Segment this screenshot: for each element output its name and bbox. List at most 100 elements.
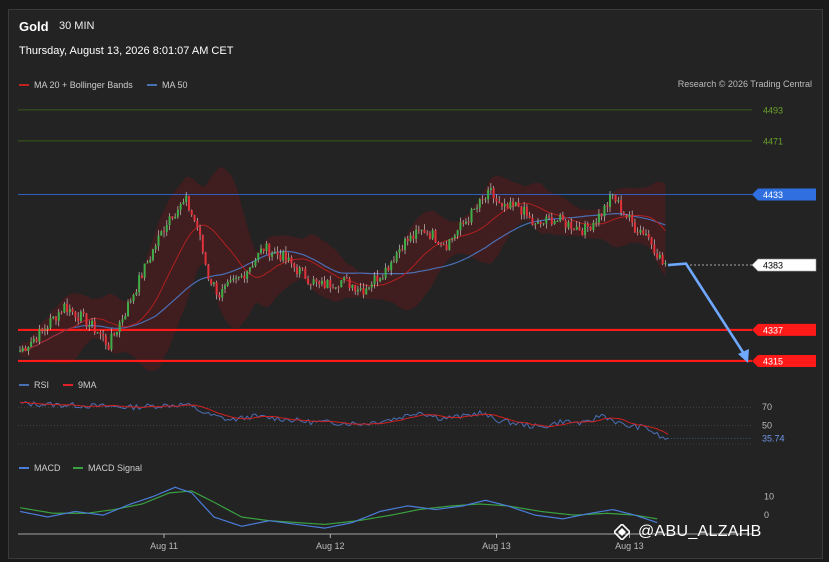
candle-body: [229, 280, 232, 282]
candle-body: [140, 275, 143, 278]
candle-body: [570, 221, 573, 230]
candle-body: [381, 278, 384, 280]
candle-body: [633, 222, 636, 233]
candle-body: [24, 347, 27, 352]
candle-body: [428, 233, 431, 239]
candle-body: [609, 194, 612, 207]
price-axis-label: 4433: [763, 190, 783, 200]
macd-tick-label: 10: [764, 492, 774, 502]
candle-body: [620, 200, 623, 213]
candle-body: [304, 268, 307, 279]
candle-body: [46, 327, 49, 330]
diamond-logo-icon: [614, 524, 630, 540]
candle-body: [456, 230, 459, 236]
candle-body: [401, 249, 404, 251]
candle-body: [254, 260, 257, 266]
candle-body: [118, 322, 121, 332]
candle-body: [611, 194, 614, 196]
price-axis-label: 4337: [763, 325, 783, 335]
candle-body: [248, 267, 251, 272]
candle-body: [68, 308, 71, 313]
candle-body: [149, 259, 152, 263]
candle-body: [512, 201, 515, 206]
candle-body: [390, 262, 393, 271]
candle-body: [431, 230, 434, 239]
candle-body: [135, 292, 138, 295]
candle-body: [481, 199, 484, 201]
watermark: @ABU_ALZAHB: [614, 523, 762, 541]
candle-body: [631, 214, 634, 223]
candle-body: [564, 220, 567, 228]
candle-body: [437, 242, 440, 245]
forecast-arrow: [667, 262, 748, 358]
candle-body: [318, 281, 321, 285]
macd-line: [19, 486, 658, 529]
candle-body: [645, 233, 648, 235]
candle-body: [171, 216, 174, 219]
candle-body: [276, 251, 279, 255]
candle-body: [52, 316, 55, 319]
candle-body: [426, 232, 429, 234]
candle-body: [226, 281, 229, 286]
candle-body: [642, 229, 645, 235]
candle-body: [251, 265, 254, 268]
candle-body: [107, 344, 110, 350]
candle-body: [487, 189, 490, 200]
candle-body: [41, 328, 44, 331]
candle-body: [63, 303, 66, 313]
candle-body: [534, 223, 537, 225]
x-axis-tick-label: Aug 13: [482, 541, 511, 551]
candle-body: [600, 213, 603, 217]
candle-body: [445, 244, 448, 250]
candle-body: [66, 303, 69, 313]
candle-body: [636, 232, 639, 234]
candle-body: [622, 212, 625, 215]
candle-body: [514, 202, 517, 206]
candle-body: [581, 230, 584, 235]
candle-body: [104, 336, 107, 345]
candle-body: [578, 226, 581, 231]
candle-body: [287, 257, 290, 261]
candle-body: [243, 275, 246, 279]
candle-body: [575, 226, 578, 230]
candle-body: [459, 222, 462, 231]
candle-body: [82, 311, 85, 314]
candle-body: [492, 188, 495, 199]
candle-body: [110, 333, 113, 350]
candle-body: [132, 294, 135, 302]
candle-body: [320, 280, 323, 285]
candle-body: [151, 249, 154, 260]
candle-body: [406, 238, 409, 241]
candle-body: [19, 351, 21, 353]
price-tag-bg: [752, 323, 816, 336]
candle-body: [176, 209, 179, 217]
candle-body: [196, 220, 199, 228]
candle-body: [30, 341, 33, 347]
candle-body: [356, 289, 359, 292]
bollinger-band: [20, 167, 666, 371]
candle-body: [404, 238, 407, 251]
candle-body: [88, 324, 91, 327]
candle-body: [617, 200, 620, 202]
candle-body: [470, 209, 473, 223]
candle-body: [398, 249, 401, 253]
candle-body: [199, 227, 202, 235]
candle-body: [179, 203, 182, 210]
candle-body: [370, 284, 373, 288]
candle-body: [592, 222, 595, 231]
candle-body: [79, 311, 82, 322]
candle-body: [661, 254, 664, 265]
candle-body: [625, 214, 628, 218]
candle-body: [129, 301, 132, 303]
candle-body: [193, 215, 196, 221]
candle-body: [395, 252, 398, 262]
candle-body: [296, 267, 298, 275]
price-chart[interactable]: 4493 4471 4433 4383 4337 4315 70 50 35.74 10 0 Aug …: [0, 0, 829, 562]
candle-body: [603, 205, 606, 217]
candle-body: [523, 206, 526, 215]
candle-body: [284, 251, 287, 261]
candle-body: [368, 287, 371, 289]
candle-body: [221, 288, 224, 298]
candle-body: [553, 221, 556, 225]
candle-body: [384, 267, 387, 279]
